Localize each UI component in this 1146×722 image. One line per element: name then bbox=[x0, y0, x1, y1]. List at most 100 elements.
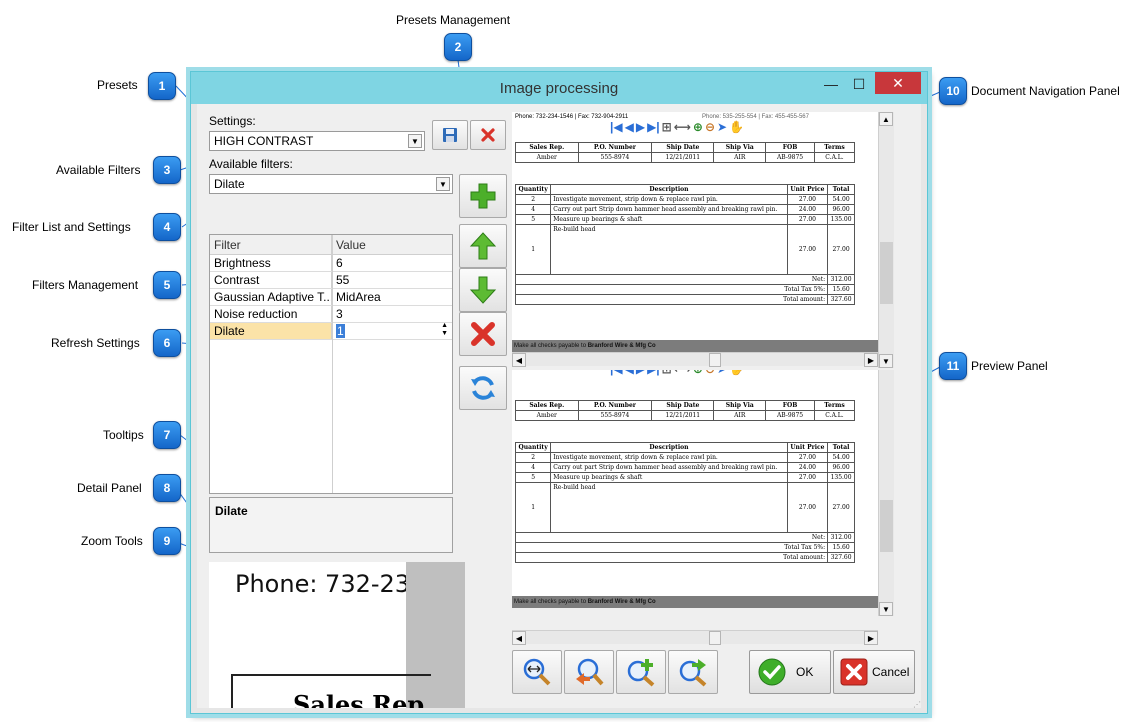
chevron-down-icon[interactable]: ▼ bbox=[436, 177, 450, 191]
zoom-in-button[interactable] bbox=[616, 650, 666, 694]
resize-grip-icon[interactable]: ⋰ bbox=[913, 700, 921, 709]
pan-hand-icon[interactable]: ✋ bbox=[729, 370, 744, 376]
preview-panel[interactable]: |◀ ◀ ▶ ▶| ⊞ ⟷ ⊕ ⊖ ➤ ✋ Sales Rep.P.O. Num… bbox=[512, 370, 878, 608]
callout-badge-11: 11 bbox=[939, 352, 967, 380]
available-filters-dropdown[interactable]: Dilate ▼ bbox=[209, 174, 453, 194]
plus-icon bbox=[470, 183, 496, 209]
fit-page-icon[interactable]: ⊞ bbox=[662, 120, 672, 134]
refresh-button[interactable] bbox=[459, 366, 507, 410]
fit-width-icon[interactable]: ⟷ bbox=[674, 370, 691, 376]
table-row[interactable]: Contrast 55 bbox=[210, 272, 452, 289]
pointer-icon[interactable]: ➤ bbox=[717, 120, 727, 134]
zoom-out-icon[interactable]: ⊖ bbox=[705, 370, 715, 376]
callout-label-filter-list: Filter List and Settings bbox=[12, 220, 131, 234]
client-area: Settings: HIGH CONTRAST ▼ Available filt… bbox=[197, 104, 921, 708]
settings-label: Settings: bbox=[209, 114, 256, 128]
callout-badge-4: 4 bbox=[153, 213, 181, 241]
arrow-down-icon bbox=[469, 276, 497, 304]
table-row-selected[interactable]: Dilate 1 ▲ ▼ bbox=[210, 323, 452, 340]
scroll-left-icon[interactable]: ◀ bbox=[512, 353, 526, 367]
value-spinner[interactable]: 1 ▲ ▼ bbox=[332, 323, 452, 339]
scroll-left-icon[interactable]: ◀ bbox=[512, 631, 526, 645]
settings-value: HIGH CONTRAST bbox=[214, 134, 314, 148]
grid-header-filter[interactable]: Filter bbox=[210, 235, 332, 254]
callout-label-zoom-tools: Zoom Tools bbox=[81, 534, 143, 548]
move-down-button[interactable] bbox=[459, 268, 507, 312]
close-button[interactable]: ✕ bbox=[875, 72, 921, 94]
callout-badge-5: 5 bbox=[153, 271, 181, 299]
delete-icon bbox=[481, 128, 495, 142]
document-navigation-panel[interactable]: Phone: 732-234-1546 | Fax: 732-904-2911 … bbox=[512, 112, 878, 352]
detail-phone-text: Phone: 732-23 bbox=[235, 570, 411, 598]
ok-button[interactable]: OK bbox=[749, 650, 831, 694]
available-filters-label: Available filters: bbox=[209, 157, 293, 171]
grid-header-value[interactable]: Value bbox=[332, 235, 452, 254]
scroll-down-icon[interactable]: ▼ bbox=[879, 602, 893, 616]
preview-vertical-scrollbar[interactable]: ▼ bbox=[878, 370, 894, 616]
preview-items-table: Quantity Description Unit Price Total 2 Inve… bbox=[514, 442, 855, 563]
zoom-in-icon[interactable]: ⊕ bbox=[693, 370, 703, 376]
scroll-right-icon[interactable]: ▶ bbox=[864, 353, 878, 367]
doc-items-table: Quantity Description Unit Price Total 2 Inve… bbox=[514, 184, 855, 305]
callout-badge-9: 9 bbox=[153, 527, 181, 555]
nav-toolbar: |◀ ◀ ▶ ▶| ⊞ ⟷ ⊕ ⊖ ➤ ✋ bbox=[610, 120, 744, 134]
move-up-button[interactable] bbox=[459, 224, 507, 268]
zoom-next-button[interactable] bbox=[668, 650, 718, 694]
zoom-out-icon[interactable]: ⊖ bbox=[705, 120, 715, 134]
magnifier-fit-width-icon bbox=[523, 658, 551, 686]
first-page-icon[interactable]: |◀ bbox=[610, 370, 623, 376]
scroll-right-icon[interactable]: ▶ bbox=[864, 631, 878, 645]
next-page-icon[interactable]: ▶ bbox=[636, 370, 645, 376]
grid-header: Filter Value bbox=[210, 235, 452, 255]
callout-label-tooltips: Tooltips bbox=[103, 428, 144, 442]
pan-hand-icon[interactable]: ✋ bbox=[729, 120, 744, 134]
fit-page-icon[interactable]: ⊞ bbox=[662, 370, 672, 376]
zoom-fit-width-button[interactable] bbox=[512, 650, 562, 694]
maximize-button[interactable]: ☐ bbox=[845, 72, 873, 96]
scroll-thumb[interactable] bbox=[880, 242, 893, 304]
minimize-button[interactable]: — bbox=[817, 72, 845, 96]
last-page-icon[interactable]: ▶| bbox=[647, 370, 660, 376]
prev-page-icon[interactable]: ◀ bbox=[625, 370, 634, 376]
scroll-down-icon[interactable]: ▼ bbox=[879, 354, 893, 368]
scroll-thumb[interactable] bbox=[880, 500, 893, 552]
remove-filter-button[interactable] bbox=[459, 312, 507, 356]
scroll-thumb[interactable] bbox=[709, 631, 721, 645]
nav-vertical-scrollbar[interactable]: ▲ ▼ bbox=[878, 112, 894, 368]
first-page-icon[interactable]: |◀ bbox=[610, 120, 623, 134]
next-page-icon[interactable]: ▶ bbox=[636, 120, 645, 134]
callout-badge-7: 7 bbox=[153, 421, 181, 449]
zoom-previous-button[interactable] bbox=[564, 650, 614, 694]
table-row[interactable]: Gaussian Adaptive T... MidArea bbox=[210, 289, 452, 306]
magnifier-plus-icon bbox=[627, 659, 655, 687]
ok-label: OK bbox=[796, 665, 814, 679]
detail-panel: Phone: 732-23 Sales Rep bbox=[209, 562, 465, 708]
scroll-up-icon[interactable]: ▲ bbox=[879, 112, 893, 126]
prev-page-icon[interactable]: ◀ bbox=[625, 120, 634, 134]
cancel-x-icon bbox=[840, 658, 868, 686]
nav-toolbar: |◀ ◀ ▶ ▶| ⊞ ⟷ ⊕ ⊖ ➤ ✋ bbox=[610, 370, 744, 376]
table-row[interactable]: Brightness 6 bbox=[210, 255, 452, 272]
add-filter-button[interactable] bbox=[459, 174, 507, 218]
spinner-arrows-icon[interactable]: ▲ ▼ bbox=[441, 323, 448, 338]
pointer-icon[interactable]: ➤ bbox=[717, 370, 727, 376]
zoom-in-icon[interactable]: ⊕ bbox=[693, 120, 703, 134]
title-bar[interactable]: Image processing — ☐ ✕ bbox=[191, 72, 927, 104]
preview-horizontal-scrollbar[interactable]: ◀ ▶ bbox=[512, 630, 878, 645]
callout-label-presets-management: Presets Management bbox=[396, 13, 511, 27]
save-preset-button[interactable] bbox=[432, 120, 468, 150]
chevron-down-icon[interactable]: ▼ bbox=[408, 134, 422, 148]
cancel-label: Cancel bbox=[872, 665, 910, 679]
last-page-icon[interactable]: ▶| bbox=[647, 120, 660, 134]
image-processing-window: Image processing — ☐ ✕ Settings: HIGH CO… bbox=[190, 71, 928, 714]
scroll-thumb[interactable] bbox=[709, 353, 721, 367]
save-icon bbox=[443, 128, 457, 142]
fit-width-icon[interactable]: ⟷ bbox=[674, 120, 691, 134]
delete-preset-button[interactable] bbox=[470, 120, 506, 150]
settings-dropdown[interactable]: HIGH CONTRAST ▼ bbox=[209, 131, 425, 151]
callout-label-document-navigation: Document Navigation Panel bbox=[971, 84, 1120, 98]
nav-horizontal-scrollbar[interactable]: ◀ ▶ bbox=[512, 352, 878, 367]
filter-grid: Filter Value Brightness 6 Contrast 55 Ga… bbox=[209, 234, 453, 494]
table-row[interactable]: Noise reduction 3 bbox=[210, 306, 452, 323]
cancel-button[interactable]: Cancel bbox=[833, 650, 915, 694]
